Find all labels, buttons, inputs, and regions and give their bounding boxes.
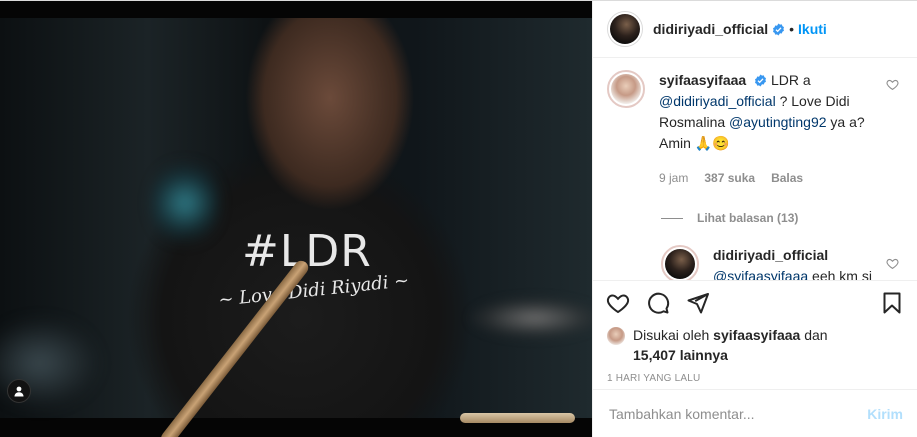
avatar[interactable] <box>661 245 699 280</box>
likes-prefix: Disukai oleh <box>633 327 714 343</box>
separator-dot: • <box>789 21 795 37</box>
photo-content: #LDR ~ Love Didi Riyadi ~ <box>0 18 592 437</box>
user-tag-icon[interactable] <box>7 379 31 403</box>
heart-icon[interactable] <box>886 257 899 270</box>
view-replies-label: Lihat balasan (13) <box>697 211 799 225</box>
comment-meta: 9 jam 387 suka Balas <box>659 168 887 189</box>
heart-icon[interactable] <box>886 78 899 91</box>
avatar[interactable] <box>607 70 645 108</box>
bokeh-blur <box>150 158 220 248</box>
cymbal-blur <box>470 298 592 338</box>
post-header: didiriyadi_official • Ikuti <box>593 1 917 58</box>
reply-button[interactable]: Balas <box>771 168 803 189</box>
comment-body: syifaasyifaaa LDR a @didiriyadi_official… <box>659 70 887 189</box>
post-timestamp[interactable]: 1 HARI YANG LALU <box>593 365 917 384</box>
comment-time[interactable]: 9 jam <box>659 168 688 189</box>
drumstick <box>158 258 312 437</box>
verified-badge-icon <box>773 22 785 36</box>
post-side-panel: didiriyadi_official • Ikuti syifaasyifaa… <box>592 1 917 437</box>
post-comment-button[interactable]: Kirim <box>867 406 903 422</box>
post-author-username[interactable]: didiriyadi_official <box>653 21 768 37</box>
share-icon[interactable] <box>685 290 711 316</box>
comment-text: LDR a <box>770 72 811 88</box>
comment-username[interactable]: syifaasyifaaa <box>659 72 746 88</box>
avatar[interactable] <box>607 11 643 47</box>
drumstick <box>460 413 575 423</box>
mention-link[interactable]: @ayutingting92 <box>729 114 827 130</box>
likes-count[interactable]: 15,407 lainnya <box>633 347 728 363</box>
likes-middle: dan <box>800 327 828 343</box>
likes-text[interactable]: Disukai oleh syifaasyifaaa dan 15,407 la… <box>633 325 828 365</box>
reply-username[interactable]: didiriyadi_official <box>713 247 828 263</box>
mention-link[interactable]: @syifaasyifaaa <box>713 268 808 280</box>
mention-link[interactable]: @didiriyadi_official <box>659 93 776 109</box>
post-modal: #LDR ~ Love Didi Riyadi ~ didiriyadi_off… <box>0 0 917 437</box>
comment-item: syifaasyifaaa LDR a @didiriyadi_official… <box>593 58 917 189</box>
verified-badge-icon <box>755 74 767 87</box>
add-comment-bar: Kirim <box>593 389 917 437</box>
heart-icon[interactable] <box>605 290 631 316</box>
avatar[interactable] <box>607 327 625 345</box>
comment-icon[interactable] <box>645 290 671 316</box>
likes-summary: Disukai oleh syifaasyifaaa dan 15,407 la… <box>593 325 917 365</box>
reply-body: didiriyadi_official @syifaasyifaaa eeh k… <box>713 245 883 280</box>
reply-item: didiriyadi_official @syifaasyifaaa eeh k… <box>593 225 917 280</box>
bookmark-icon[interactable] <box>879 290 905 316</box>
action-bar <box>593 281 917 325</box>
comment-input[interactable] <box>609 406 868 422</box>
follow-button[interactable]: Ikuti <box>798 21 827 37</box>
likes-user[interactable]: syifaasyifaaa <box>713 327 800 343</box>
divider-line <box>661 217 683 219</box>
post-photo[interactable]: #LDR ~ Love Didi Riyadi ~ <box>0 1 592 437</box>
view-replies-button[interactable]: Lihat balasan (13) <box>661 211 917 225</box>
comments-list[interactable]: syifaasyifaaa LDR a @didiriyadi_official… <box>593 58 917 281</box>
comment-likes[interactable]: 387 suka <box>704 168 755 189</box>
